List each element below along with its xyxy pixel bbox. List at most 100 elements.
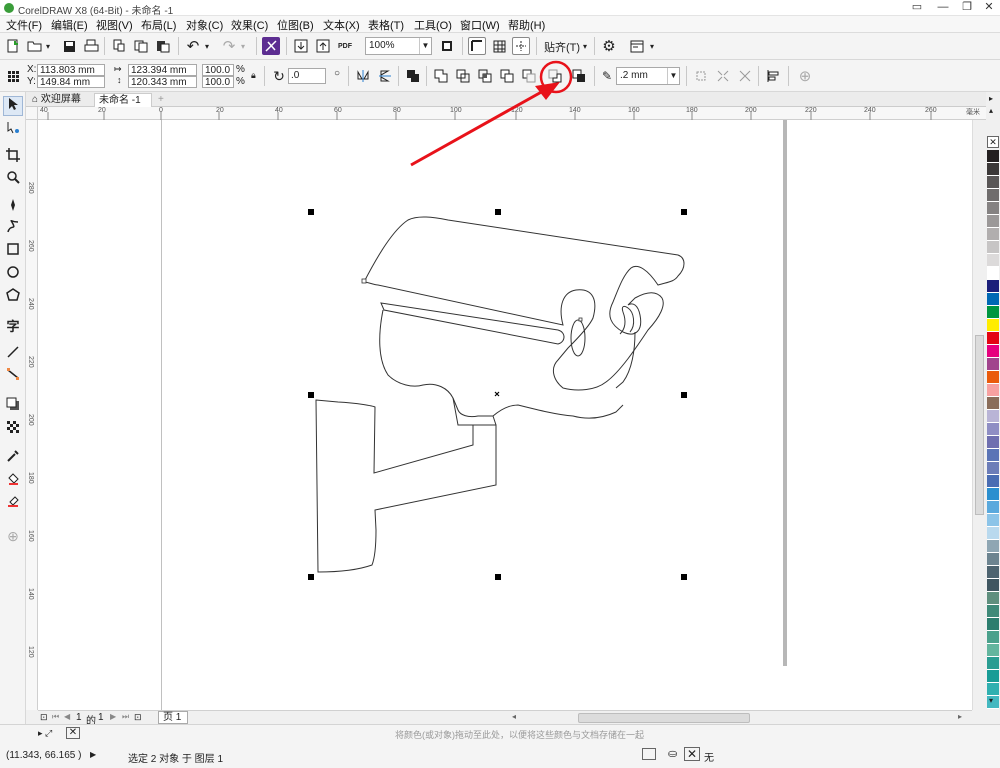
parallel-dimension-tool-icon[interactable] xyxy=(3,345,23,365)
open-dropdown-icon[interactable]: ▾ xyxy=(43,37,53,55)
options-gear-icon[interactable]: ⚙ xyxy=(600,37,618,55)
color-swatch[interactable] xyxy=(987,501,999,514)
export-icon[interactable] xyxy=(314,37,332,55)
create-boundary-icon[interactable] xyxy=(570,67,588,85)
menu-edit[interactable]: 编辑(E) xyxy=(51,17,88,33)
color-swatch[interactable] xyxy=(987,267,999,280)
color-swatch[interactable] xyxy=(987,345,999,358)
menu-layout[interactable]: 布局(L) xyxy=(141,17,176,33)
color-swatch[interactable] xyxy=(987,202,999,215)
color-swatch[interactable] xyxy=(987,540,999,553)
mirror-horizontal-icon[interactable] xyxy=(354,67,372,85)
add-tab-button[interactable]: + xyxy=(154,93,168,107)
break-apart-icon[interactable] xyxy=(714,67,732,85)
zoom-level-combo[interactable]: 100% ▼ xyxy=(365,37,432,55)
ungroup-icon[interactable] xyxy=(736,67,754,85)
menu-table[interactable]: 表格(T) xyxy=(368,17,404,33)
color-swatch[interactable] xyxy=(987,592,999,605)
coordinates-menu-arrow-icon[interactable]: ▶ xyxy=(90,750,96,759)
show-guidelines-icon[interactable] xyxy=(512,37,530,55)
menu-help[interactable]: 帮助(H) xyxy=(508,17,545,33)
color-swatch[interactable] xyxy=(987,618,999,631)
color-swatch[interactable] xyxy=(987,306,999,319)
vertical-scroll-thumb[interactable] xyxy=(975,335,984,515)
add-toolbar-item-icon[interactable]: ⊕ xyxy=(796,67,814,85)
launcher-dropdown-icon[interactable]: ▾ xyxy=(647,37,657,55)
text-tool-icon[interactable]: 字 xyxy=(3,317,23,337)
first-page-arrow-icon[interactable]: ⏮ xyxy=(52,712,59,722)
chevron-down-icon[interactable]: ▼ xyxy=(419,38,431,54)
color-swatch[interactable] xyxy=(987,566,999,579)
horizontal-scroll-thumb[interactable] xyxy=(578,713,750,723)
trim-icon[interactable] xyxy=(454,67,472,85)
scale-height-field[interactable]: 100.0 xyxy=(202,76,234,88)
color-swatch[interactable] xyxy=(987,371,999,384)
camera-artwork[interactable] xyxy=(38,120,972,710)
color-swatch[interactable] xyxy=(987,332,999,345)
front-minus-back-icon[interactable] xyxy=(520,67,538,85)
color-swatch[interactable] xyxy=(987,254,999,267)
full-screen-icon[interactable] xyxy=(438,37,456,55)
cut-icon[interactable] xyxy=(110,37,128,55)
first-page-icon[interactable]: ⊡ xyxy=(40,712,48,723)
align-distribute-icon[interactable] xyxy=(764,67,782,85)
horizontal-ruler[interactable]: 40 20 0 20 40 60 80 100 120 140 160 180 … xyxy=(38,107,986,120)
color-swatch[interactable] xyxy=(987,644,999,657)
palette-scroll-right-icon[interactable]: ▸ xyxy=(989,94,993,103)
scale-width-field[interactable]: 100.0 xyxy=(202,64,234,76)
show-grid-icon[interactable] xyxy=(490,37,508,55)
outline-width-combo[interactable]: .2 mm ▼ xyxy=(616,67,680,85)
copy-icon[interactable] xyxy=(132,37,150,55)
publish-pdf-icon[interactable]: PDF xyxy=(336,37,354,55)
redo-icon[interactable]: ↷ xyxy=(220,37,238,55)
application-launcher-icon[interactable] xyxy=(628,37,646,55)
add-tool-icon[interactable]: ⊕ xyxy=(3,526,23,546)
import-icon[interactable] xyxy=(292,37,310,55)
search-content-icon[interactable] xyxy=(262,37,280,55)
color-swatch[interactable] xyxy=(987,683,999,696)
simplify-icon[interactable] xyxy=(498,67,516,85)
color-swatch[interactable] xyxy=(987,150,999,163)
save-icon[interactable] xyxy=(60,37,78,55)
previous-page-icon[interactable]: ◀ xyxy=(64,712,70,721)
intersect-icon[interactable] xyxy=(476,67,494,85)
menu-view[interactable]: 视图(V) xyxy=(96,17,133,33)
add-page-icon[interactable]: ⊡ xyxy=(134,712,142,723)
tab-welcome-screen[interactable]: ⌂ 欢迎屏幕 xyxy=(28,93,92,107)
rectangle-tool-icon[interactable] xyxy=(3,242,23,262)
smart-fill-tool-icon[interactable] xyxy=(3,494,23,514)
rotation-angle-field[interactable]: .0 xyxy=(288,68,326,84)
color-swatch[interactable] xyxy=(987,657,999,670)
color-swatch[interactable] xyxy=(987,176,999,189)
crop-tool-icon[interactable] xyxy=(3,148,23,168)
snap-to-dropdown[interactable]: 贴齐(T) xyxy=(544,39,580,55)
menu-file[interactable]: 文件(F) xyxy=(6,17,42,33)
color-swatch[interactable] xyxy=(987,189,999,202)
mirror-vertical-icon[interactable] xyxy=(376,67,394,85)
restore-icon[interactable]: ▭ xyxy=(904,0,930,16)
color-swatch[interactable] xyxy=(987,514,999,527)
color-swatch[interactable] xyxy=(987,423,999,436)
tab-document[interactable]: 未命名 -1 xyxy=(94,93,152,107)
menu-tools[interactable]: 工具(O) xyxy=(414,17,452,33)
drag-color-swatch-icon[interactable]: ✕ xyxy=(66,727,80,739)
color-swatch[interactable] xyxy=(987,449,999,462)
print-icon[interactable] xyxy=(82,37,100,55)
y-position-field[interactable]: 149.84 mm xyxy=(37,76,105,88)
menu-effects[interactable]: 效果(C) xyxy=(231,17,268,33)
ellipse-tool-icon[interactable] xyxy=(3,265,23,285)
back-minus-front-icon[interactable] xyxy=(546,67,564,85)
snap-dropdown-arrow-icon[interactable]: ▾ xyxy=(580,37,590,55)
x-position-field[interactable]: 113.803 mm xyxy=(37,64,105,76)
weld-icon[interactable] xyxy=(432,67,450,85)
color-swatch[interactable] xyxy=(987,605,999,618)
open-icon[interactable] xyxy=(26,37,44,55)
artistic-media-tool-icon[interactable] xyxy=(3,219,23,240)
polygon-tool-icon[interactable] xyxy=(3,288,23,308)
color-swatch[interactable] xyxy=(987,579,999,592)
color-swatch[interactable] xyxy=(987,319,999,332)
no-color-swatch[interactable]: ✕ xyxy=(987,136,999,148)
color-swatch[interactable] xyxy=(987,670,999,683)
drop-shadow-tool-icon[interactable] xyxy=(3,397,23,417)
zoom-tool-icon[interactable] xyxy=(3,170,23,190)
